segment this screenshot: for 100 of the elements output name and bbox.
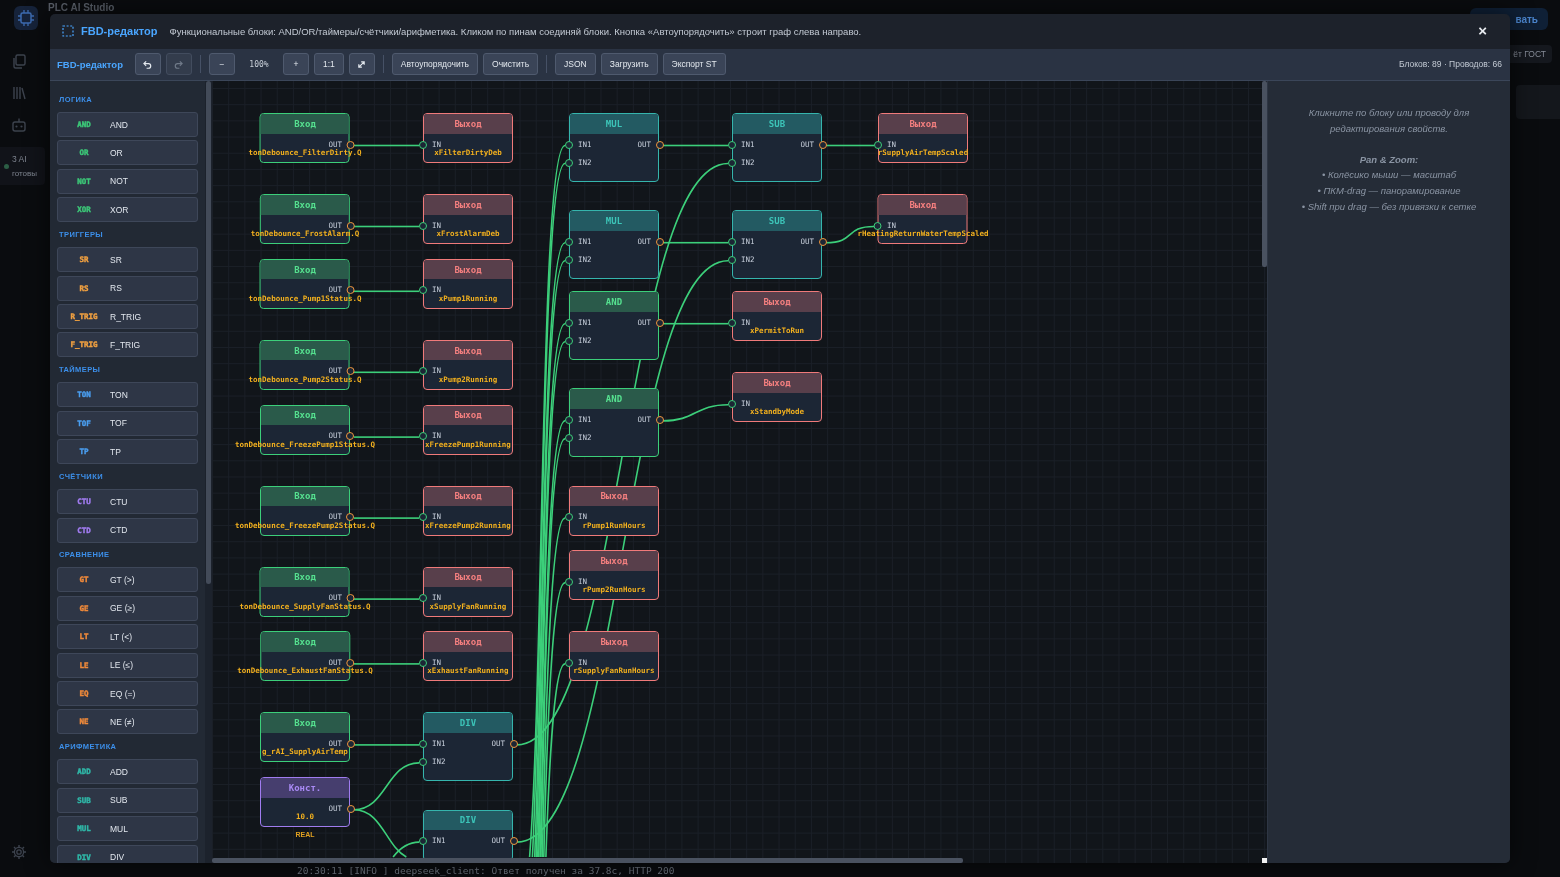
input-pin-icon[interactable] [418,367,427,376]
input-pin-icon[interactable] [727,140,736,149]
wire[interactable] [826,144,874,146]
chip-icon[interactable] [14,6,38,30]
output-pin-icon[interactable] [346,513,355,522]
output-pin-icon[interactable] [346,140,355,149]
input-pin-icon[interactable] [564,318,573,327]
input-pin-icon[interactable] [727,255,736,264]
output-pin-icon[interactable] [346,594,355,603]
load-button[interactable]: Загрузить [600,53,658,75]
input-pin-icon[interactable] [564,158,573,167]
export-st-button[interactable]: Экспорт ST [662,53,726,75]
input-pin-icon[interactable] [564,336,573,345]
auto-layout-button[interactable]: Автоупорядочить [391,53,479,75]
input-pin-icon[interactable] [418,757,427,766]
reset-zoom-button[interactable]: 1:1 [314,53,344,75]
block-title: Выход [424,632,512,652]
scrollbar[interactable] [206,80,211,584]
block-title: Вход [261,567,349,588]
wire[interactable] [354,597,419,600]
block-title: Выход [879,114,967,134]
block-title: Вход [261,195,349,215]
dashed-square-icon [62,25,74,37]
input-pin-icon[interactable] [564,433,573,442]
block-title: Вход [261,114,349,134]
wire[interactable] [662,403,729,422]
input-pin-icon[interactable] [873,221,882,230]
wire[interactable] [392,840,420,858]
clear-button[interactable]: Очистить [483,53,539,75]
close-button[interactable]: × [1475,23,1490,39]
input-pin-icon[interactable] [418,658,427,667]
input-pin-icon[interactable] [418,739,427,748]
help-title: Pan & Zoom: [1358,152,1420,167]
wire[interactable] [545,662,566,858]
zoom-in-button[interactable]: + [283,53,309,75]
input-pin-icon[interactable] [727,318,736,327]
ai-count: 3 AI [12,154,28,164]
input-pin-icon[interactable] [418,513,427,522]
properties-hint: Кликните по блоку или проводу для редактирования свойств. [1307,106,1471,136]
undo-icon [143,59,153,69]
output-pin-icon[interactable] [346,432,355,441]
input-pin-icon[interactable] [564,237,573,246]
block-title: MUL [570,114,658,134]
output-pin-icon[interactable] [346,286,355,295]
output-pin-icon[interactable] [346,367,355,376]
zoom-out-button[interactable]: − [209,53,235,75]
output-pin-icon[interactable] [655,140,664,149]
wire[interactable] [354,743,419,746]
scrollbar[interactable] [212,857,963,863]
block-title: Конст. [261,778,349,798]
input-pin-icon[interactable] [418,286,427,295]
wire[interactable] [353,808,408,858]
output-pin-icon[interactable] [818,140,827,149]
input-pin-icon[interactable] [727,399,736,408]
wire[interactable] [663,241,728,243]
wire[interactable] [543,581,566,858]
wire[interactable] [354,225,419,227]
output-pin-icon[interactable] [346,804,355,813]
wire[interactable] [663,144,728,146]
input-pin-icon[interactable] [418,221,427,230]
input-pin-icon[interactable] [564,513,573,522]
block-title: SUB [733,114,821,134]
output-pin-icon[interactable] [509,837,518,846]
help-item: • Shift при drag — без привязки к сетке [1300,199,1478,214]
wire[interactable] [541,516,566,858]
json-button[interactable]: JSON [555,53,596,75]
wire[interactable] [354,435,419,438]
input-pin-icon[interactable] [564,415,573,424]
ai-state: готовы [12,168,38,178]
input-pin-icon[interactable] [418,837,427,846]
input-pin-icon[interactable] [418,432,427,441]
output-pin-icon[interactable] [655,415,664,424]
fit-view-button[interactable] [348,53,375,75]
block-title: Выход [424,114,512,134]
output-pin-icon[interactable] [509,739,518,748]
input-pin-icon[interactable] [564,255,573,264]
input-pin-icon[interactable] [418,594,427,603]
wire[interactable] [354,144,419,146]
output-pin-icon[interactable] [655,237,664,246]
input-pin-icon[interactable] [873,140,882,149]
output-pin-icon[interactable] [818,237,827,246]
input-pin-icon[interactable] [727,158,736,167]
wire[interactable] [663,322,728,324]
block-title: Выход [733,292,821,312]
output-pin-icon[interactable] [655,318,664,327]
output-pin-icon[interactable] [346,739,355,748]
scrollbar[interactable] [1262,80,1267,267]
input-pin-icon[interactable] [564,577,573,586]
input-pin-icon[interactable] [727,237,736,246]
undo-button[interactable] [135,53,161,75]
input-pin-icon[interactable] [418,140,427,149]
block-title: Выход [424,567,512,588]
block-title: Вход [261,713,349,733]
wire[interactable] [354,662,419,665]
output-pin-icon[interactable] [346,658,355,667]
wire[interactable] [354,516,419,519]
block-title: Выход [424,405,512,426]
input-pin-icon[interactable] [564,658,573,667]
output-pin-icon[interactable] [346,221,355,230]
input-pin-icon[interactable] [564,140,573,149]
